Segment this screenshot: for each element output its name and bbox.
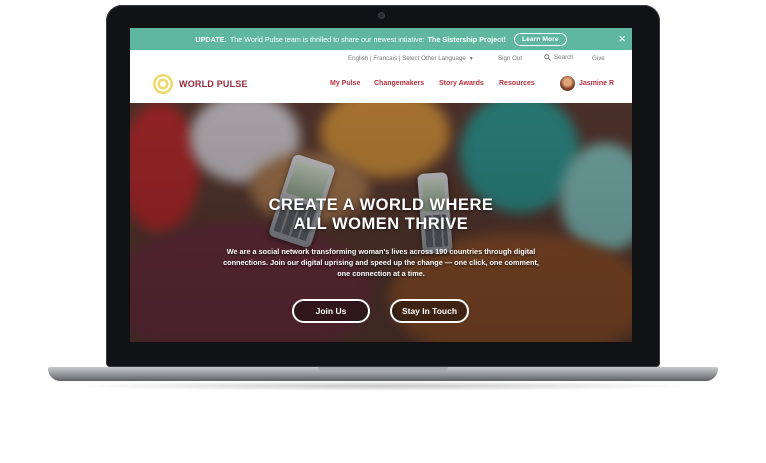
- nav-item-story-awards[interactable]: Story Awards: [439, 80, 484, 87]
- join-us-button[interactable]: Join Us: [292, 299, 370, 323]
- search-link[interactable]: Search: [544, 54, 574, 61]
- learn-more-button[interactable]: Learn More: [513, 32, 567, 46]
- give-link[interactable]: Give: [592, 55, 605, 62]
- nav-item-changemakers[interactable]: Changemakers: [374, 80, 424, 87]
- language-selector[interactable]: English | Francais | Select Other Langua…: [348, 55, 474, 62]
- banner-message: The World Pulse team is thrilled to shar…: [229, 34, 425, 44]
- main-nav: WORLD PULSE My Pulse Changemakers Story …: [130, 65, 632, 103]
- camera-icon: [379, 13, 384, 18]
- utility-bar: English | Francais | Select Other Langua…: [130, 51, 632, 65]
- hero-title: CREATE A WORLD WHERE ALL WOMEN THRIVE: [130, 196, 632, 234]
- nav-item-my-pulse[interactable]: My Pulse: [330, 80, 360, 87]
- world-pulse-logo-icon: [153, 74, 173, 94]
- hero-section: CREATE A WORLD WHERE ALL WOMEN THRIVE We…: [130, 103, 632, 342]
- hero-title-line: ALL WOMEN THRIVE: [293, 215, 469, 233]
- banner-project-link[interactable]: The Sistership Project!: [428, 35, 506, 44]
- browser-screen: UPDATE: The World Pulse team is thrilled…: [130, 28, 632, 342]
- banner-label: UPDATE:: [195, 34, 227, 44]
- magnifier-icon: [544, 54, 551, 61]
- chevron-down-icon: ▼: [468, 56, 474, 62]
- nav-item-resources[interactable]: Resources: [499, 80, 535, 87]
- update-banner: UPDATE: The World Pulse team is thrilled…: [130, 28, 632, 50]
- search-label: Search: [554, 54, 574, 61]
- close-icon[interactable]: ×: [618, 31, 626, 46]
- stay-in-touch-button[interactable]: Stay In Touch: [390, 299, 469, 323]
- hero-subtitle: We are a social network transforming wom…: [223, 247, 539, 278]
- language-label: English | Francais | Select Other Langua…: [348, 55, 466, 62]
- logo[interactable]: WORLD PULSE: [152, 73, 248, 95]
- sign-out-link[interactable]: Sign Out: [498, 55, 522, 62]
- laptop-notch: [318, 367, 448, 372]
- logo-text: WORLD PULSE: [179, 79, 248, 89]
- avatar[interactable]: [560, 76, 575, 91]
- laptop-shadow: [70, 381, 696, 391]
- hero-title-line: CREATE A WORLD WHERE: [268, 196, 494, 214]
- user-name[interactable]: Jasmine R: [579, 80, 614, 87]
